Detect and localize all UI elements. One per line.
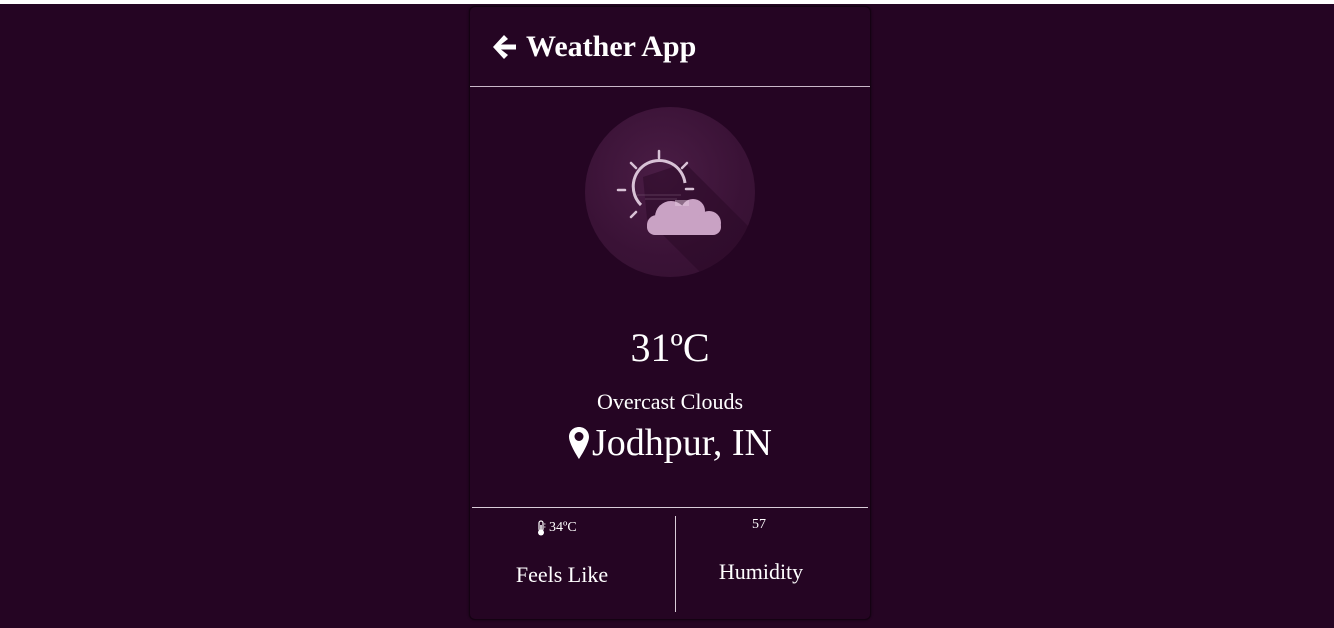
stats-divider xyxy=(472,507,868,508)
location: Jodhpur, IN xyxy=(470,421,870,465)
temperature-value: 31ºC xyxy=(630,325,710,370)
weather-card: Weather App 31ºC Overcast Clouds Jodhpur… xyxy=(469,6,871,620)
arrow-left-icon[interactable] xyxy=(490,32,518,62)
weather-icon-container xyxy=(585,107,755,277)
feels-like-value: 34ºC xyxy=(549,520,577,535)
feels-like-value-wrap: 34ºC xyxy=(536,519,577,537)
thermometer-icon xyxy=(538,520,546,536)
humidity-label: Humidity xyxy=(718,559,804,584)
map-pin-icon xyxy=(568,427,589,459)
humidity-value: 57 xyxy=(752,517,766,532)
feels-like-label: Feels Like xyxy=(515,562,609,587)
location-text: Jodhpur, IN xyxy=(591,422,773,464)
partly-cloudy-icon xyxy=(616,149,755,277)
app-title: Weather App xyxy=(526,30,697,63)
weather-description: Overcast Clouds xyxy=(596,389,744,414)
browser-top-strip xyxy=(0,0,1334,4)
app-header: Weather App xyxy=(470,7,870,87)
